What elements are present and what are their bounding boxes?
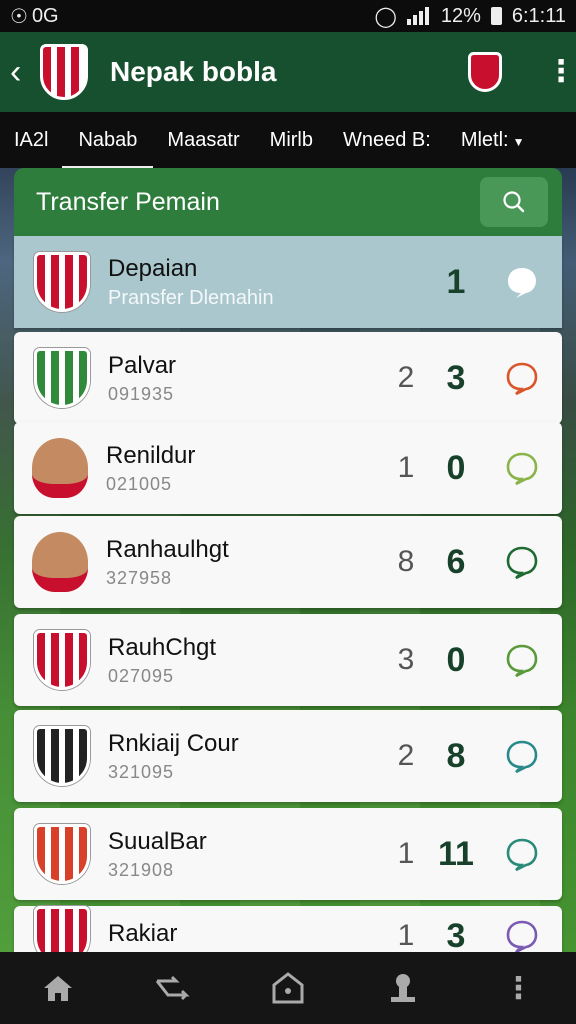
club-logo-icon xyxy=(34,252,90,312)
chat-bubble-icon[interactable] xyxy=(504,918,540,954)
transfer-row[interactable]: SuualBar 321908 1 11 xyxy=(14,808,562,900)
row-count: 2 xyxy=(397,739,415,772)
chevron-down-icon[interactable]: ▼ xyxy=(513,135,525,149)
search-icon xyxy=(503,191,525,213)
row-count: 3 xyxy=(397,643,415,676)
transfer-row[interactable]: RauhChgt 027095 3 0 xyxy=(14,614,562,706)
club-crest-icon xyxy=(40,44,88,100)
transfer-icon[interactable] xyxy=(153,968,193,1008)
battery-icon xyxy=(490,7,502,25)
status-right: ◯ 12% 6:1:11 xyxy=(374,4,566,29)
player-name: Depaian xyxy=(108,254,198,282)
row-info: Rakiar xyxy=(108,920,386,952)
more-vert-icon[interactable]: ⋮ xyxy=(546,57,576,87)
club-house-icon[interactable] xyxy=(268,968,308,1008)
tab-2[interactable]: Maasatr xyxy=(167,129,239,152)
row-count: 1 xyxy=(397,451,415,484)
club-logo-icon xyxy=(34,348,90,408)
battery-text: 12% xyxy=(440,4,481,27)
search-header: Transfer Pemain xyxy=(14,168,562,236)
transfer-row[interactable]: Depaian Pransfer Dlemahin 1 xyxy=(14,236,562,328)
player-subtext: 091935 xyxy=(108,383,175,404)
tab-0[interactable]: IA2l xyxy=(14,129,48,152)
player-subtext: 321908 xyxy=(108,859,175,880)
row-score: 3 xyxy=(446,916,466,955)
row-score: 0 xyxy=(446,448,466,487)
chat-bubble-icon[interactable] xyxy=(504,264,540,300)
profile-icon[interactable] xyxy=(383,968,423,1008)
tab-5[interactable]: Mletl: xyxy=(461,129,509,151)
tab-1[interactable]: Nabab xyxy=(62,129,154,169)
status-bar: ☉ 0G ◯ 12% 6:1:11 xyxy=(0,0,576,32)
home-icon[interactable] xyxy=(38,968,78,1008)
row-score: 0 xyxy=(446,640,466,679)
player-avatar xyxy=(32,438,88,498)
chat-bubble-icon[interactable] xyxy=(504,544,540,580)
bottom-nav: ⋮ xyxy=(0,952,576,1024)
network-text: 0G xyxy=(31,4,59,27)
row-count: 2 xyxy=(397,361,415,394)
app-title: Nepak bobla xyxy=(110,56,277,87)
club-badge-icon[interactable] xyxy=(468,52,502,92)
row-info: Ranhaulhgt 327958 xyxy=(106,536,386,589)
player-avatar xyxy=(32,532,88,592)
row-info: Rnkiaij Cour 321095 xyxy=(108,730,386,783)
transfer-row[interactable]: Renildur 021005 1 0 xyxy=(14,422,562,514)
more-vert-icon-nav[interactable]: ⋮ xyxy=(498,968,538,1008)
player-name: Rakiar xyxy=(108,920,178,947)
tab-3[interactable]: Mirlb xyxy=(270,129,313,152)
chat-bubble-icon[interactable] xyxy=(504,738,540,774)
row-score: 3 xyxy=(446,358,466,397)
back-arrow-icon[interactable]: ‹ xyxy=(10,53,36,92)
status-left: ☉ 0G xyxy=(10,4,59,29)
club-logo-icon xyxy=(34,630,90,690)
player-name: Renildur xyxy=(106,441,196,469)
player-subtext: 027095 xyxy=(108,665,175,686)
tab-4[interactable]: Wneed B: xyxy=(343,129,431,152)
row-count: 8 xyxy=(397,545,415,578)
chat-bubble-icon[interactable] xyxy=(504,450,540,486)
player-subtext: 327958 xyxy=(106,567,173,588)
player-subtext: Pransfer Dlemahin xyxy=(108,286,274,309)
row-score: 8 xyxy=(446,736,466,775)
player-subtext: 021005 xyxy=(106,473,173,494)
chat-bubble-icon[interactable] xyxy=(504,836,540,872)
search-header-label: Transfer Pemain xyxy=(36,187,220,216)
row-score: 11 xyxy=(438,834,474,873)
transfer-row[interactable]: Palvar 091935 2 3 xyxy=(14,332,562,424)
row-score: 1 xyxy=(446,262,466,301)
row-info: Renildur 021005 xyxy=(106,442,386,495)
club-logo-icon xyxy=(34,824,90,884)
chat-bubble-icon[interactable] xyxy=(504,642,540,678)
chat-bubble-icon[interactable] xyxy=(504,360,540,396)
player-name: SuualBar xyxy=(108,827,207,855)
player-subtext: 321095 xyxy=(108,761,175,782)
transfer-row[interactable]: Rnkiaij Cour 321095 2 8 xyxy=(14,710,562,802)
tab-bar: IA2l Nabab Maasatr Mirlb Wneed B: Mletl:… xyxy=(0,112,576,169)
row-info: SuualBar 321908 xyxy=(108,828,386,881)
row-score: 6 xyxy=(446,542,466,581)
tab-5-wrap[interactable]: Mletl: ▼ xyxy=(461,129,525,152)
row-count: 1 xyxy=(397,919,415,952)
club-logo-icon xyxy=(34,726,90,786)
row-info: RauhChgt 027095 xyxy=(108,634,386,687)
transfer-row[interactable]: Ranhaulhgt 327958 8 6 xyxy=(14,516,562,608)
clock-text: 6:1:11 xyxy=(511,4,566,27)
player-name: Palvar xyxy=(108,351,177,379)
player-name: Ranhaulhgt xyxy=(106,535,229,563)
player-name: RauhChgt xyxy=(108,633,217,661)
alarm-icon: ◯ xyxy=(374,5,397,28)
row-count: 1 xyxy=(397,837,415,870)
player-name: Rnkiaij Cour xyxy=(108,729,239,757)
row-info: Palvar 091935 xyxy=(108,352,386,405)
signal-icon xyxy=(406,7,431,25)
app-bar: ‹ Nepak bobla ⋮ xyxy=(0,32,576,112)
row-info: Depaian Pransfer Dlemahin xyxy=(108,255,386,310)
data-icon: ☉ xyxy=(10,5,28,28)
search-button[interactable] xyxy=(480,177,548,227)
